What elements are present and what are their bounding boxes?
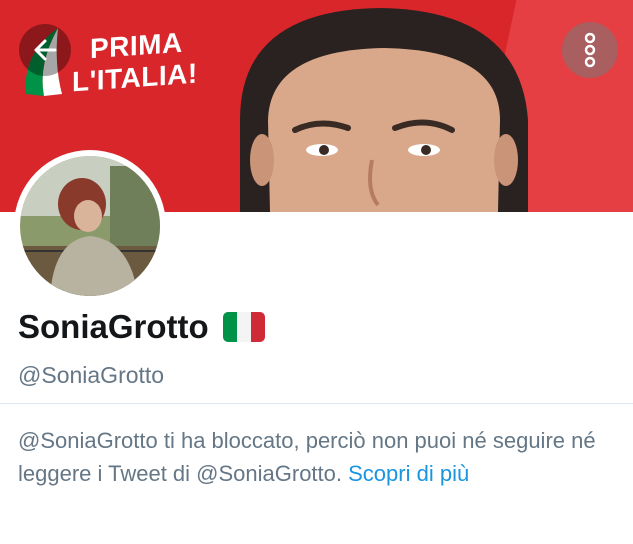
blocked-notice-text: @SoniaGrotto ti ha bloccato, perciò non … [18, 428, 596, 486]
learn-more-link[interactable]: Scopri di più [348, 461, 469, 486]
blocked-notice: @SoniaGrotto ti ha bloccato, perciò non … [18, 424, 618, 490]
more-vertical-icon [584, 32, 596, 68]
profile-handle: @SoniaGrotto [18, 362, 165, 388]
more-options-button[interactable] [562, 22, 618, 78]
back-button[interactable] [19, 24, 71, 76]
profile-name: SoniaGrotto [18, 308, 209, 345]
profile-avatar[interactable] [14, 150, 166, 302]
arrow-left-icon [34, 39, 57, 61]
avatar-photo [20, 156, 160, 296]
divider [0, 403, 633, 404]
italian-flag-icon [222, 312, 265, 342]
profile-name-row: SoniaGrotto [18, 308, 265, 346]
